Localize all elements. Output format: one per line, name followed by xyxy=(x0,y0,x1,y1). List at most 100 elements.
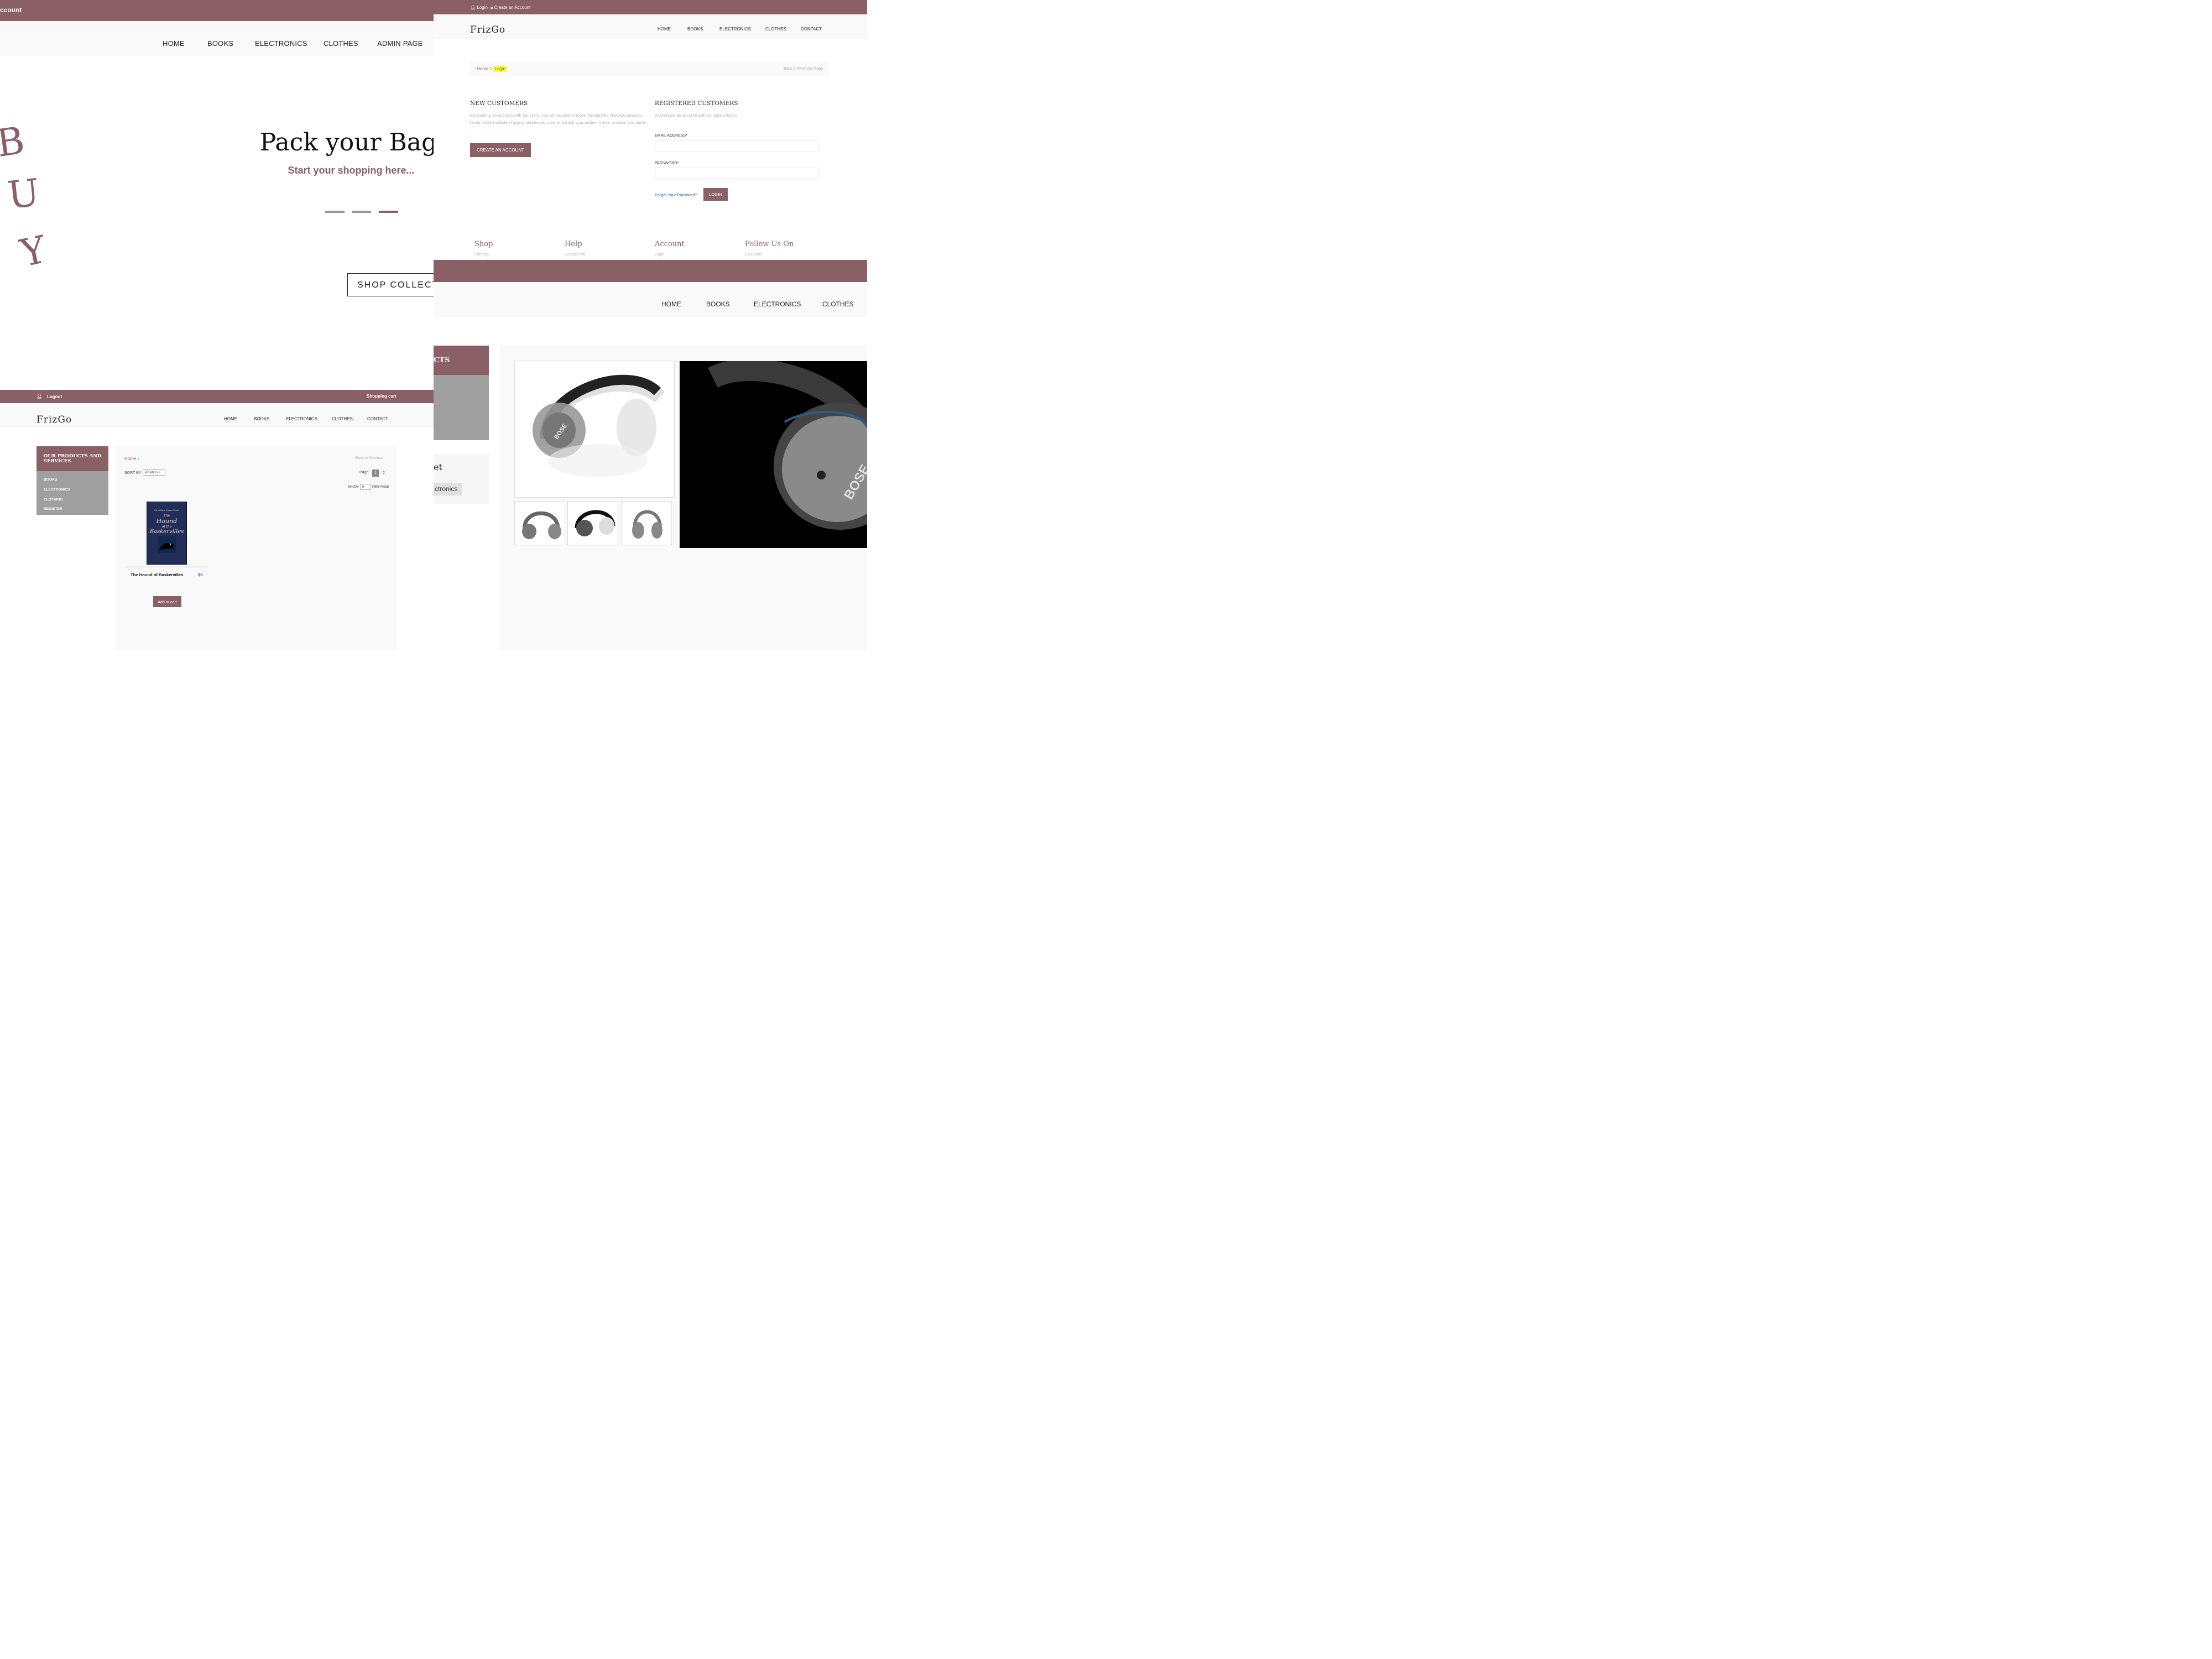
per-page-select[interactable]: 9 xyxy=(360,484,371,490)
add-to-cart-button[interactable]: Add to cart xyxy=(153,596,181,607)
nav-electronics[interactable]: ELECTRONICS xyxy=(255,39,307,48)
headphones-large-image: BOSE xyxy=(708,361,867,530)
nav-home[interactable]: HOME xyxy=(658,27,671,32)
email-field[interactable] xyxy=(655,140,819,152)
hero-headline: Pack your Bag xyxy=(259,128,434,156)
nav-clothes[interactable]: CLOTHES xyxy=(324,39,358,48)
breadcrumb-bar: Home > Login Back to Previous Page xyxy=(470,61,830,76)
nav-electronics[interactable]: ELECTRONICS xyxy=(286,416,317,421)
breadcrumb-separator: > xyxy=(489,66,493,71)
footer-help-column: Help Contact Info xyxy=(565,240,586,257)
breadcrumb-home[interactable]: Home xyxy=(124,456,136,461)
nav-books[interactable]: BOOKS xyxy=(706,300,730,308)
sidebar-item-clothing[interactable]: CLOTHING xyxy=(44,498,62,502)
sidebar-item-books[interactable]: BOOKS xyxy=(44,478,57,482)
headphones-thumb-2 xyxy=(575,510,615,536)
logo[interactable]: FrizGo xyxy=(36,414,72,425)
category-chip-electronics[interactable]: ctronics xyxy=(434,483,462,495)
footer-follow-link[interactable]: Facebook xyxy=(745,253,794,257)
nav-admin-page[interactable]: ADMIN PAGE xyxy=(377,39,423,48)
page-label: Page: xyxy=(359,471,370,474)
product-divider xyxy=(125,566,208,568)
footer-follow-title: Follow Us On xyxy=(745,240,794,248)
nav-books[interactable]: BOOKS xyxy=(687,27,703,32)
catalog-sidebar-heading: OUR PRODUCTS AND SERVICES xyxy=(36,446,108,471)
back-link[interactable]: Back to Previous Page xyxy=(784,67,823,71)
products-sidebar-heading: CTS xyxy=(434,346,489,375)
per-page-label: PER PAGE xyxy=(372,486,389,489)
hero-top-bar: ccount xyxy=(0,0,434,21)
product-main-image[interactable]: BOSE xyxy=(514,361,675,498)
headphones-thumb-3 xyxy=(632,510,662,539)
catalog-sidebar-title: OUR PRODUCTS AND SERVICES xyxy=(44,453,102,464)
sort-by-value: Position xyxy=(145,471,158,474)
registered-customers-title: REGISTERED CUSTOMERS xyxy=(655,100,738,107)
sort-by-select[interactable]: Position ↕ xyxy=(143,469,165,476)
catalog-panel: 👤︎ Logout Shopping cart FrizGo HOME BOOK… xyxy=(0,390,434,650)
shop-collection-button[interactable]: SHOP COLLECTI xyxy=(347,273,434,296)
catalog-sidebar-list: BOOKS ELECTRONICS CLOTHING REGISTER xyxy=(36,471,108,515)
slider-dot-2[interactable] xyxy=(352,211,371,213)
slider-dot-3-active[interactable] xyxy=(379,211,398,213)
product-nav: HOME BOOKS ELECTRONICS CLOTHES xyxy=(434,282,867,317)
slider-dot-1[interactable] xyxy=(325,211,345,213)
footer-follow-column: Follow Us On Facebook xyxy=(745,240,794,257)
nav-home[interactable]: HOME xyxy=(661,300,681,308)
show-label: SHOW xyxy=(348,486,358,489)
breadcrumb-home[interactable]: Home xyxy=(477,66,488,71)
top-login-link[interactable]: 👤︎ Login xyxy=(470,5,488,10)
forgot-password-link[interactable]: Forgot Your Password? xyxy=(655,192,697,197)
nav-books[interactable]: BOOKS xyxy=(207,39,233,48)
product-thumb-2[interactable] xyxy=(567,501,618,545)
footer-help-link[interactable]: Contact Info xyxy=(565,253,586,257)
back-to-previous-link[interactable]: Back to Previous xyxy=(356,456,383,460)
product-image-hound-of-baskervilles[interactable]: Sir Arthur Conan Doyle The Hound of the … xyxy=(147,502,187,565)
page-1-button[interactable]: 1 xyxy=(372,469,379,477)
book-cover-title-4: Baskervilles xyxy=(149,529,184,535)
buy-letter-b: B xyxy=(0,118,28,166)
password-field[interactable] xyxy=(655,168,819,179)
footer-shop-title: Shop xyxy=(474,240,493,248)
nav-contact[interactable]: CONTACT xyxy=(367,416,388,421)
book-cover-title-2: Hound xyxy=(156,518,178,525)
logout-link[interactable]: Logout xyxy=(47,394,62,399)
account-link[interactable]: ccount xyxy=(0,6,22,14)
login-button[interactable]: LOGIN xyxy=(703,188,728,201)
products-sidebar-list xyxy=(434,375,489,440)
sidebar-item-electronics[interactable]: ELECTRONICS xyxy=(44,488,70,492)
nav-electronics[interactable]: ELECTRONICS xyxy=(719,27,751,32)
nav-books[interactable]: BOOKS xyxy=(254,416,269,421)
page-2-link[interactable]: 2 xyxy=(383,471,385,475)
nav-clothes[interactable]: CLOTHES xyxy=(822,300,854,308)
create-account-button[interactable]: CREATE AN ACCOUNT xyxy=(470,143,531,157)
headphones-thumb-1 xyxy=(522,511,561,539)
product-large-image[interactable]: BOSE xyxy=(680,361,867,548)
hero-subtitle: Start your shopping here... xyxy=(288,165,415,176)
products-sidebar-title: CTS xyxy=(434,356,450,364)
product-thumb-3[interactable] xyxy=(621,501,672,545)
breadcrumb-separator: › xyxy=(137,456,139,461)
footer-account-link[interactable]: Login xyxy=(655,253,685,257)
catalog-header: FrizGo HOME BOOKS ELECTRONICS CLOTHES CO… xyxy=(0,403,434,427)
sidebar-item-register[interactable]: REGISTER xyxy=(44,507,62,511)
nav-clothes[interactable]: CLOTHES xyxy=(765,27,786,32)
nav-home[interactable]: HOME xyxy=(224,416,237,421)
product-thumb-1[interactable] xyxy=(514,501,565,545)
buy-letter-u: U xyxy=(6,171,42,218)
new-customers-text: By creating an account with our store, y… xyxy=(470,113,646,125)
top-create-account-link[interactable]: 🔒︎ Create an Account xyxy=(491,5,530,11)
product-name[interactable]: The Hound of Baskervilles xyxy=(131,572,183,577)
lock-icon: 🔒︎ xyxy=(491,5,493,10)
top-create-label: Create an Account xyxy=(494,5,531,10)
logo[interactable]: FrizGo xyxy=(470,24,505,35)
shopping-cart-link[interactable]: Shopping cart xyxy=(367,394,397,399)
book-cover-title-1: The xyxy=(163,514,170,518)
footer-shop-link[interactable]: Clothing xyxy=(474,253,493,257)
email-label: EMAIL ADDRESS* xyxy=(655,134,687,138)
nav-clothes[interactable]: CLOTHES xyxy=(332,416,353,421)
nav-electronics[interactable]: ELECTRONICS xyxy=(754,300,801,308)
headphones-main-image: BOSE xyxy=(533,374,665,477)
nav-contact[interactable]: CONTACT xyxy=(801,27,822,32)
nav-home[interactable]: HOME xyxy=(163,39,185,48)
breadcrumb: Home › xyxy=(124,456,139,461)
